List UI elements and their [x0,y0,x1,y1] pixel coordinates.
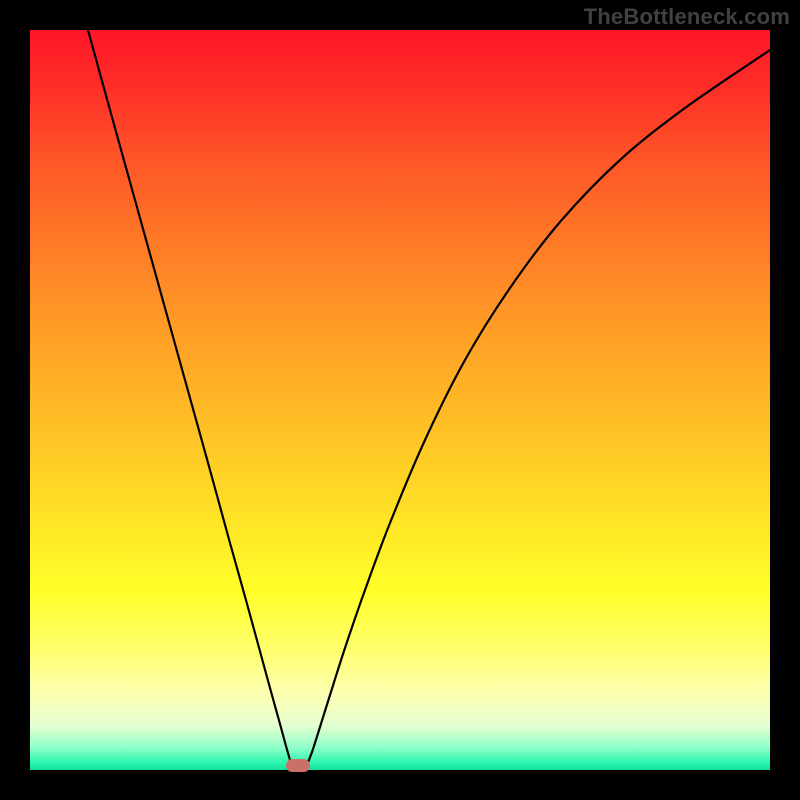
watermark-text: TheBottleneck.com [584,4,790,30]
curve-right-branch [306,50,770,767]
chart-plot-area [30,30,770,770]
min-marker [286,759,310,772]
curve-left-branch [88,30,292,767]
chart-curve-svg [30,30,770,770]
